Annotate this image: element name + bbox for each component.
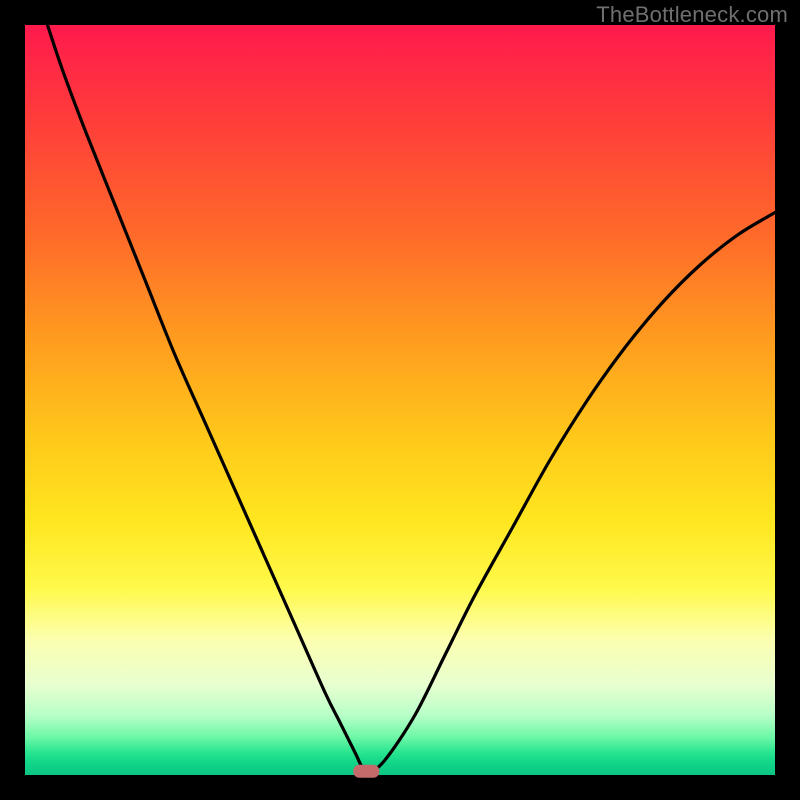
minimum-marker bbox=[353, 765, 379, 778]
bottleneck-curve-svg bbox=[25, 25, 775, 775]
gradient-plot-area bbox=[25, 25, 775, 775]
bottleneck-curve-path bbox=[48, 25, 776, 772]
chart-frame: TheBottleneck.com bbox=[0, 0, 800, 800]
